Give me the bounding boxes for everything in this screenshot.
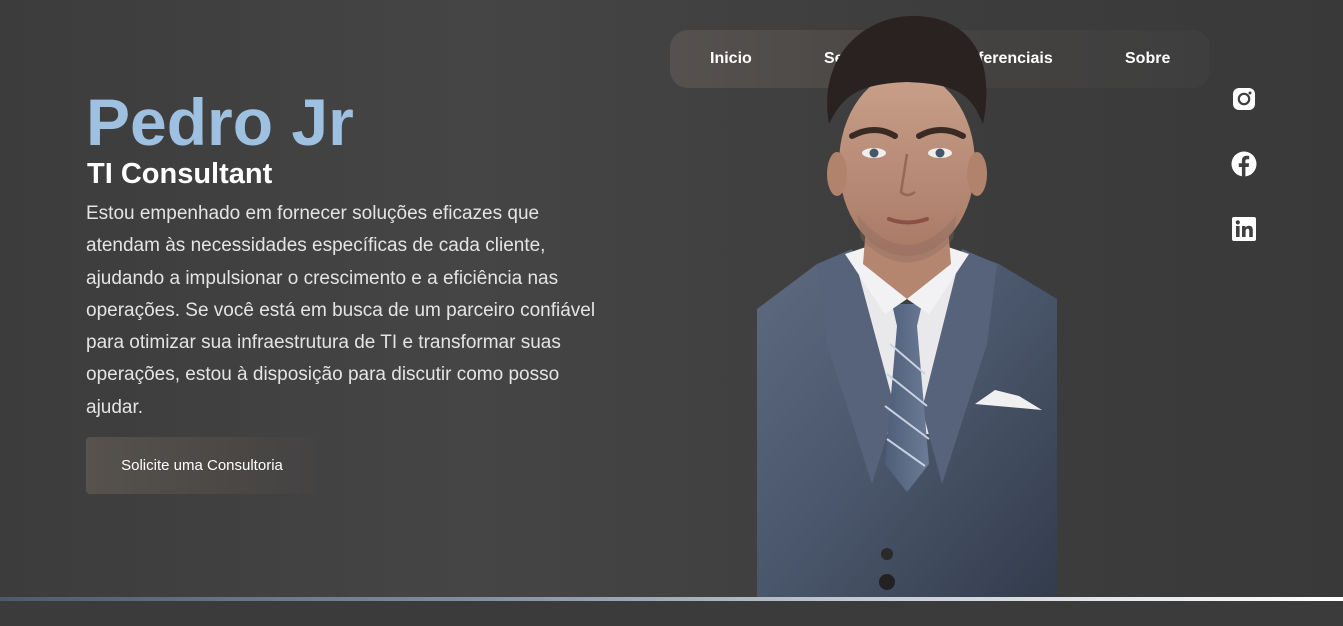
hero-description: Estou empenhado em fornecer soluções efi… bbox=[86, 203, 596, 418]
instagram-icon[interactable] bbox=[1231, 86, 1257, 112]
linkedin-icon[interactable] bbox=[1231, 216, 1257, 242]
portrait-image bbox=[757, 15, 1057, 597]
nav-item-inicio[interactable]: Inicio bbox=[710, 30, 752, 88]
bottom-strip bbox=[0, 601, 1343, 626]
hero-page: Inicio Serviços Diferenciais Sobre Pedro… bbox=[0, 0, 1343, 626]
hero-role: TI Consultant bbox=[87, 158, 273, 190]
nav-item-sobre[interactable]: Sobre bbox=[1125, 30, 1170, 88]
facebook-icon[interactable] bbox=[1231, 151, 1257, 177]
hero-name: Pedro Jr bbox=[86, 85, 354, 159]
consultation-button[interactable]: Solicite uma Consultoria bbox=[86, 437, 318, 494]
